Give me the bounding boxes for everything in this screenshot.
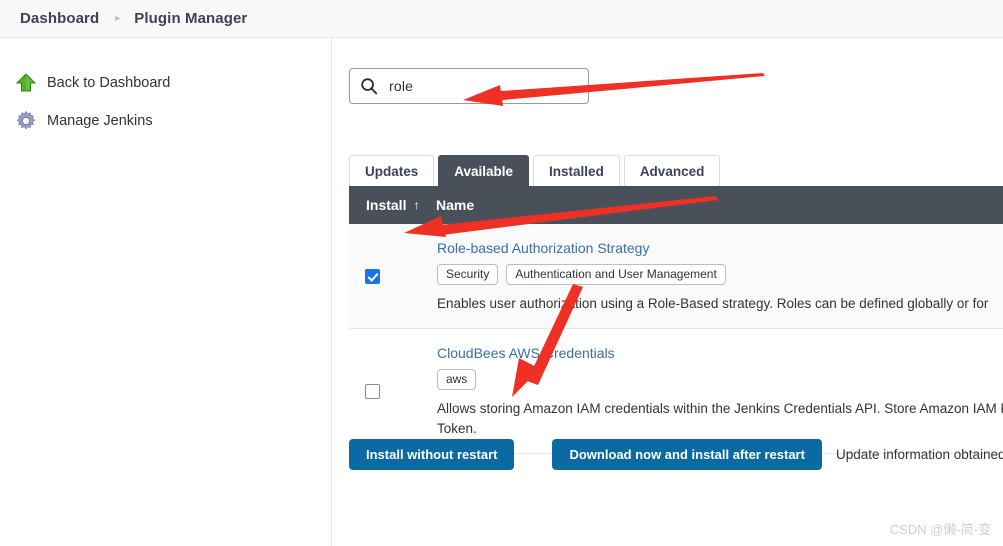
plugin-manager-page: Dashboard ▸ Plugin Manager Back to Dashb… [0, 0, 1003, 546]
search-icon [360, 77, 378, 95]
tab-advanced[interactable]: Advanced [623, 155, 721, 186]
sidebar-item-manage-jenkins[interactable]: Manage Jenkins [0, 102, 331, 140]
plugin-info-cell: CloudBees AWS Credentials aws Allows sto… [437, 329, 1003, 453]
plugin-checkbox-cell [349, 224, 437, 328]
plugin-table-body: Role-based Authorization Strategy Securi… [349, 224, 1003, 454]
plugin-label-tag[interactable]: Security [437, 264, 499, 285]
install-without-restart-button[interactable]: Install without restart [349, 439, 515, 470]
plugin-description: Allows storing Amazon IAM credentials wi… [437, 401, 1003, 436]
sidebar: Back to Dashboard Manage Jenkins [0, 38, 332, 546]
tab-available[interactable]: Available [438, 155, 530, 186]
tab-updates[interactable]: Updates [349, 155, 435, 186]
update-information-status: Update information obtained: 1 [835, 447, 1003, 462]
breadcrumb-separator-icon: ▸ [115, 12, 121, 24]
plugin-tabs: Updates Available Installed Advanced [349, 155, 721, 186]
breadcrumb: Dashboard ▸ Plugin Manager [0, 0, 1003, 38]
table-row: CloudBees AWS Credentials aws Allows sto… [349, 329, 1003, 454]
main-content: role Updates Available Installed Advance… [333, 38, 1003, 546]
sidebar-item-label: Back to Dashboard [47, 75, 171, 91]
search-input-value: role [389, 78, 414, 94]
plugin-name-link[interactable]: Role-based Authorization Strategy [437, 240, 1003, 256]
tab-installed[interactable]: Installed [533, 155, 620, 186]
action-bar: Install without restart Download now and… [349, 439, 1003, 470]
search-input[interactable]: role [349, 68, 589, 104]
plugin-table-header: Install ↑ Name [349, 186, 1003, 224]
gear-icon [14, 109, 38, 133]
table-row: Role-based Authorization Strategy Securi… [349, 224, 1003, 329]
sort-ascending-icon: ↑ [413, 198, 420, 212]
plugin-install-checkbox[interactable] [365, 383, 380, 399]
watermark: CSDN @懒-简-变 [889, 522, 991, 537]
plugin-checkbox-cell [349, 329, 437, 453]
up-arrow-icon [14, 71, 38, 95]
plugin-labels: aws [437, 369, 1003, 390]
download-install-after-restart-button[interactable]: Download now and install after restart [552, 439, 822, 470]
plugin-label-tag[interactable]: Authentication and User Management [506, 264, 726, 285]
plugin-install-checkbox[interactable] [365, 268, 380, 284]
plugin-info-cell: Role-based Authorization Strategy Securi… [437, 224, 1003, 328]
sidebar-item-label: Manage Jenkins [47, 113, 153, 129]
plugin-label-tag[interactable]: aws [437, 369, 477, 390]
sidebar-item-back-to-dashboard[interactable]: Back to Dashboard [0, 64, 331, 102]
plugin-labels: Security Authentication and User Managem… [437, 264, 1003, 285]
plugin-description: Enables user authorization using a Role-… [437, 296, 989, 311]
column-header-name[interactable]: Name [421, 197, 474, 213]
breadcrumb-item-plugin-manager[interactable]: Plugin Manager [134, 10, 247, 27]
column-header-install[interactable]: Install ↑ [349, 197, 421, 213]
column-header-install-label: Install [366, 197, 407, 213]
plugin-name-link[interactable]: CloudBees AWS Credentials [437, 345, 1003, 361]
breadcrumb-item-dashboard[interactable]: Dashboard [20, 10, 99, 27]
